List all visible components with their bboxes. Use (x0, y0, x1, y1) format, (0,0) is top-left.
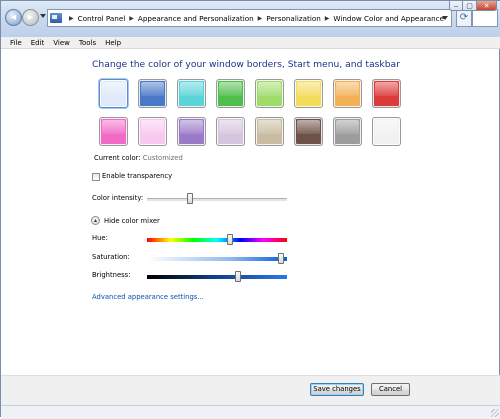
close-button[interactable]: ✕ (477, 1, 497, 11)
color-swatch[interactable] (138, 79, 167, 108)
chevron-right-icon[interactable]: ▶ (325, 15, 330, 22)
hue-slider-track[interactable] (147, 238, 287, 242)
address-dropdown-icon[interactable] (442, 16, 448, 20)
color-intensity-slider-thumb[interactable] (187, 193, 194, 204)
color-swatch[interactable] (294, 117, 323, 146)
recent-pages-dropdown-icon[interactable] (40, 14, 46, 18)
menu-help[interactable]: Help (105, 39, 121, 47)
color-swatch[interactable] (372, 117, 401, 146)
back-arrow-icon: ◂ (10, 12, 17, 23)
enable-transparency-checkbox[interactable] (92, 173, 100, 181)
brightness-label: Brightness: (92, 271, 131, 279)
color-swatch[interactable] (294, 79, 323, 108)
saturation-slider-track[interactable] (147, 257, 287, 261)
cancel-button[interactable]: Cancel (371, 383, 410, 396)
back-button[interactable]: ◂ (5, 9, 22, 26)
page-title: Change the color of your window borders,… (92, 59, 400, 70)
breadcrumb-personalization[interactable]: Personalization (266, 14, 321, 23)
color-swatch[interactable] (99, 117, 128, 146)
hue-label: Hue: (92, 234, 108, 242)
maximize-button[interactable]: ▢ (463, 1, 477, 11)
window-controls: ‒ ▢ ✕ (449, 1, 497, 11)
color-swatch[interactable] (99, 79, 128, 108)
advanced-appearance-settings-link[interactable]: Advanced appearance settings... (92, 293, 204, 301)
color-swatch[interactable] (255, 79, 284, 108)
save-changes-button[interactable]: Save changes (310, 383, 364, 396)
color-swatch[interactable] (333, 79, 362, 108)
forward-button[interactable]: ▸ (22, 9, 39, 26)
breadcrumb-window-color[interactable]: Window Color and Appearance (333, 14, 444, 23)
menu-bar: File Edit View Tools Help (1, 37, 500, 49)
breadcrumb-control-panel[interactable]: Control Panel (78, 14, 126, 23)
color-swatch[interactable] (177, 117, 206, 146)
brightness-slider-track[interactable] (147, 275, 287, 279)
resize-grip-icon[interactable] (491, 409, 499, 417)
color-swatch[interactable] (177, 79, 206, 108)
search-input[interactable] (472, 9, 498, 27)
window-color-appearance-window: ◂ ▸ ▶ Control Panel ▶ Appearance and Per… (0, 0, 500, 419)
color-swatch[interactable] (216, 117, 245, 146)
chevron-right-icon[interactable]: ▶ (258, 15, 263, 22)
brightness-slider-thumb[interactable] (235, 271, 242, 282)
menu-file[interactable]: File (10, 39, 22, 47)
hide-color-mixer-link[interactable]: Hide color mixer (104, 217, 160, 225)
current-color-label: Current color: (94, 154, 141, 162)
refresh-icon: ⟳ (459, 12, 469, 23)
breadcrumb-appearance[interactable]: Appearance and Personalization (138, 14, 254, 23)
current-color-text: Current color: Customized (94, 154, 183, 162)
collapse-mixer-icon[interactable]: ▴ (91, 216, 100, 225)
minimize-button[interactable]: ‒ (449, 1, 463, 11)
refresh-button[interactable]: ⟳ (456, 9, 472, 27)
hue-slider-thumb[interactable] (227, 234, 234, 245)
color-swatch[interactable] (255, 117, 284, 146)
current-color-value: Customized (142, 154, 183, 162)
color-swatch[interactable] (333, 117, 362, 146)
color-intensity-label: Color intensity: (92, 194, 144, 202)
saturation-label: Saturation: (92, 253, 130, 261)
saturation-slider-thumb[interactable] (278, 253, 285, 264)
color-swatch[interactable] (372, 79, 401, 108)
color-intensity-track[interactable] (147, 198, 287, 202)
menu-tools[interactable]: Tools (79, 39, 96, 47)
chevron-right-icon[interactable]: ▶ (69, 15, 74, 22)
menu-edit[interactable]: Edit (31, 39, 45, 47)
color-swatch[interactable] (216, 79, 245, 108)
address-bar[interactable]: ▶ Control Panel ▶ Appearance and Persona… (47, 9, 452, 27)
color-swatch[interactable] (138, 117, 167, 146)
control-panel-icon (50, 13, 62, 23)
dialog-button-bar (1, 375, 500, 406)
title-address-bar: ◂ ▸ ▶ Control Panel ▶ Appearance and Per… (1, 1, 500, 38)
chevron-right-icon[interactable]: ▶ (129, 15, 134, 22)
forward-arrow-icon: ▸ (27, 12, 34, 23)
enable-transparency-label[interactable]: Enable transparency (102, 172, 172, 180)
menu-view[interactable]: View (53, 39, 70, 47)
